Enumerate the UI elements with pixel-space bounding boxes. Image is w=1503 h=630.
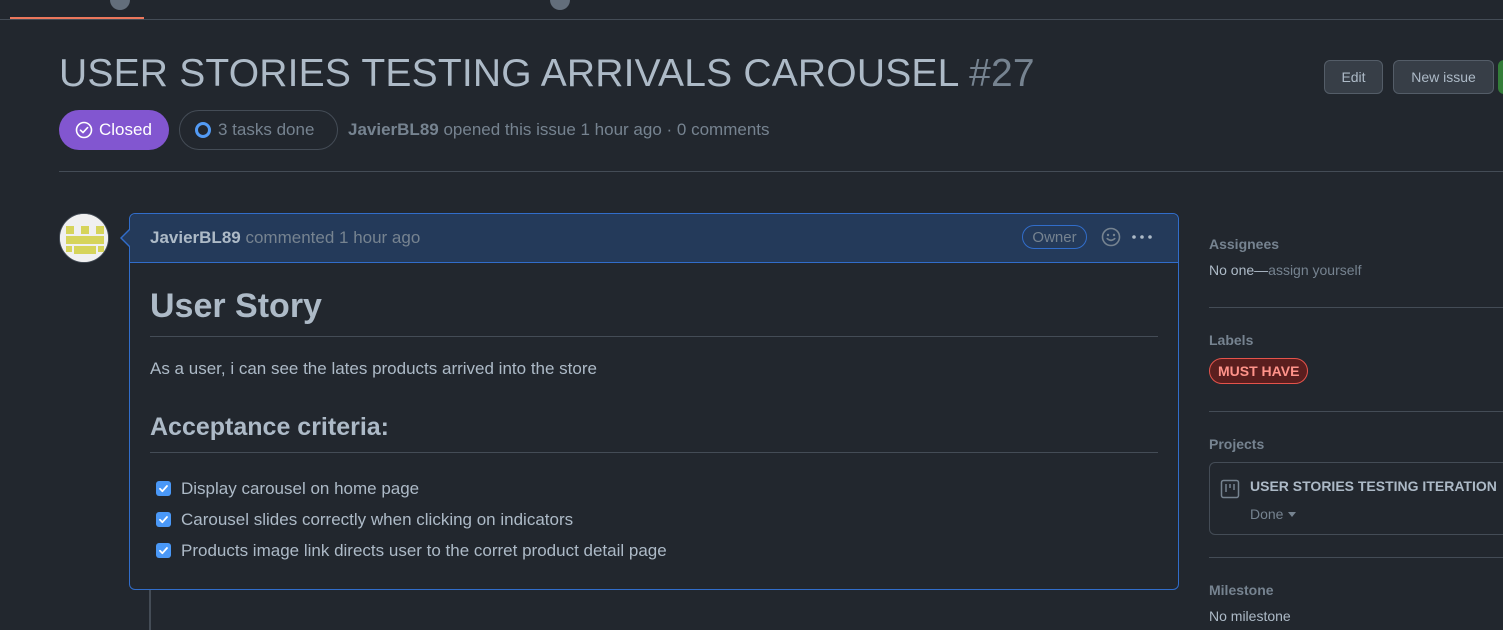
milestone-value: No milestone [1209,608,1291,624]
project-status-dropdown[interactable]: Done [1250,506,1297,522]
owner-badge: Owner [1022,225,1087,249]
smiley-icon[interactable] [1100,226,1122,248]
new-issue-button[interactable]: New issue [1393,60,1494,94]
sidebar-milestone: Milestone No milestone [1209,558,1503,624]
comment-author-line: JavierBL89 commented 1 hour ago [150,228,420,248]
task-label: Products image link directs user to the … [181,540,667,560]
project-name[interactable]: USER STORIES TESTING ITERATION [1250,478,1497,494]
green-action-button[interactable] [1498,60,1503,94]
header-divider [59,171,1503,172]
comment-heading: User Story [150,263,1158,337]
nav-tab-icon[interactable] [110,0,130,10]
task-list-item: Display carousel on home page [150,473,1158,504]
task-label: Carousel slides correctly when clicking … [181,509,574,529]
comment-author-link[interactable]: JavierBL89 [150,228,241,247]
issue-title: USER STORIES TESTING ARRIVALS CAROUSEL #… [59,52,1035,96]
project-board-icon [1220,479,1240,499]
labels-heading[interactable]: Labels [1209,332,1503,348]
sidebar-labels: Labels MUST HAVE [1209,308,1503,412]
checkmark-icon [159,547,168,555]
assignees-value: No one—assign yourself [1209,262,1503,278]
header-actions: Edit New issue [1324,60,1494,94]
comment-subheading: Acceptance criteria: [150,413,1158,453]
issue-comment: JavierBL89 commented 1 hour ago Owner Us… [129,213,1179,590]
tasks-progress-label: 3 tasks done [218,120,315,139]
issue-title-text: USER STORIES TESTING ARRIVALS CAROUSEL [59,52,959,95]
label-must-have[interactable]: MUST HAVE [1209,358,1309,384]
comment-pointer-fill [122,230,130,246]
nav-tab-icon[interactable] [550,0,570,10]
checkmark-icon [159,485,168,493]
assign-yourself-link[interactable]: assign yourself [1268,262,1361,278]
issue-number: #27 [969,52,1035,95]
assignees-none: No one— [1209,262,1269,278]
issue-sidebar: Assignees No one—assign yourself Labels … [1209,228,1503,624]
project-status-label: Done [1250,506,1284,522]
project-card[interactable]: USER STORIES TESTING ITERATION Done [1209,462,1503,535]
task-list-item: Carousel slides correctly when clicking … [150,504,1158,535]
state-label: Closed [99,120,152,139]
comment-time[interactable]: commented 1 hour ago [245,228,420,247]
tasks-progress[interactable]: 3 tasks done [179,110,338,150]
identicon-icon [60,214,108,262]
repo-nav-bar [0,0,1503,20]
issue-opened-meta: JavierBL89 opened this issue 1 hour ago … [348,120,770,140]
comment-header: JavierBL89 commented 1 hour ago Owner [130,214,1178,263]
issue-header: USER STORIES TESTING ARRIVALS CAROUSEL #… [59,52,1035,96]
edit-button[interactable]: Edit [1324,60,1383,94]
chevron-down-icon [1288,511,1297,517]
task-list-item: Products image link directs user to the … [150,535,1158,566]
state-badge: Closed [59,110,169,150]
issue-opened-text: opened this issue 1 hour ago · 0 comment… [443,120,770,139]
check-circle-icon [75,121,93,139]
issue-meta-row: Closed 3 tasks done JavierBL89 opened th… [59,110,770,150]
sidebar-projects: Projects USER STORIES TESTING ITERATION … [1209,412,1503,558]
checkmark-icon [159,516,168,524]
task-checkbox[interactable] [156,512,171,527]
sidebar-assignees: Assignees No one—assign yourself [1209,228,1503,308]
progress-ring-icon [195,122,211,138]
task-checkbox[interactable] [156,481,171,496]
task-label: Display carousel on home page [181,478,420,498]
projects-heading[interactable]: Projects [1209,436,1503,452]
comment-paragraph: As a user, i can see the lates products … [150,359,597,378]
assignees-heading[interactable]: Assignees [1209,236,1503,252]
task-list: Display carousel on home page Carousel s… [150,473,1158,566]
task-checkbox[interactable] [156,543,171,558]
issue-author-link[interactable]: JavierBL89 [348,120,439,139]
kebab-horizontal-icon[interactable] [1130,226,1154,248]
timeline-line [149,590,151,630]
comment-body: User Story As a user, i can see the late… [130,263,1178,566]
avatar[interactable] [59,213,109,263]
milestone-heading[interactable]: Milestone [1209,582,1503,598]
active-tab-underline [10,17,144,19]
